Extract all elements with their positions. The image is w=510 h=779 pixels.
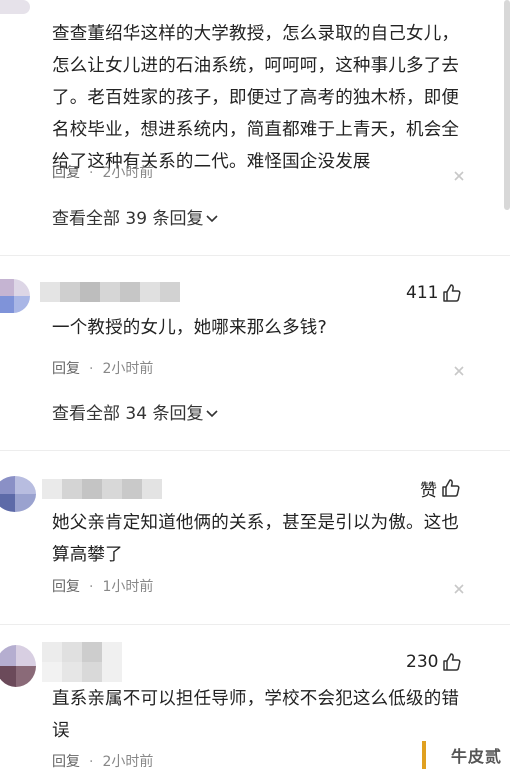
close-icon[interactable] — [452, 364, 466, 378]
close-icon[interactable] — [452, 582, 466, 596]
avatar[interactable] — [0, 279, 30, 313]
reply-button[interactable]: 回复 — [52, 361, 80, 377]
expand-replies-label: 查看全部 39 条回复 — [52, 209, 204, 229]
expand-replies-label: 查看全部 34 条回复 — [52, 404, 204, 424]
thumbs-up-icon — [442, 479, 460, 497]
watermark-bar — [422, 741, 426, 769]
close-icon[interactable] — [452, 169, 466, 183]
username-blurred[interactable] — [42, 642, 122, 662]
comment-text: 她父亲肯定知道他俩的关系，甚至是引以为傲。这也算高攀了 — [52, 513, 460, 565]
avatar[interactable] — [0, 476, 36, 512]
thumbs-up-icon — [443, 284, 461, 302]
like-button[interactable]: 230 — [406, 651, 462, 673]
avatar[interactable] — [0, 645, 36, 687]
like-button[interactable]: 411 — [406, 282, 462, 304]
separator-dot: · — [89, 754, 94, 770]
like-count: 411 — [406, 283, 439, 303]
comment-meta: 回复 · 1小时前 — [52, 576, 153, 596]
chevron-down-icon — [206, 410, 219, 418]
like-count: 230 — [406, 652, 439, 672]
username-blurred[interactable] — [40, 282, 180, 302]
expand-replies-button[interactable]: 查看全部 34 条回复 — [52, 399, 219, 424]
comment-text: 查查董绍华这样的大学教授，怎么录取的自己女儿，怎么让女儿进的石油系统，呵呵呵，这… — [52, 24, 460, 172]
separator-dot: · — [89, 165, 94, 181]
separator-dot: · — [89, 361, 94, 377]
comment-text: 直系亲属不可以担任导师，学校不会犯这么低级的错误 — [52, 689, 460, 741]
reply-button[interactable]: 回复 — [52, 165, 80, 181]
timestamp: 2小时前 — [102, 361, 154, 377]
watermark: 牛皮贰 — [450, 747, 502, 766]
expand-replies-button[interactable]: 查看全部 39 条回复 — [52, 204, 219, 229]
divider — [0, 255, 510, 256]
reply-button[interactable]: 回复 — [52, 754, 80, 770]
reply-button[interactable]: 回复 — [52, 579, 80, 595]
username-blurred[interactable] — [42, 662, 122, 682]
separator-dot: · — [89, 579, 94, 595]
timestamp: 1小时前 — [102, 579, 154, 595]
comment-text: 一个教授的女儿，她哪来那么多钱? — [52, 318, 327, 338]
divider — [0, 450, 510, 451]
comment-meta: 回复 · 2小时前 — [52, 162, 153, 182]
comment-meta: 回复 · 2小时前 — [52, 751, 153, 771]
comment-meta: 回复 · 2小时前 — [52, 358, 153, 378]
scrollbar-thumb[interactable] — [504, 0, 510, 210]
timestamp: 2小时前 — [102, 165, 154, 181]
like-button[interactable]: 赞 — [420, 477, 461, 501]
avatar[interactable] — [0, 0, 30, 14]
thumbs-up-icon — [443, 653, 461, 671]
like-count: 赞 — [420, 480, 437, 501]
chevron-down-icon — [206, 215, 219, 223]
username-blurred[interactable] — [42, 479, 162, 499]
timestamp: 2小时前 — [102, 754, 154, 770]
divider — [0, 624, 510, 625]
